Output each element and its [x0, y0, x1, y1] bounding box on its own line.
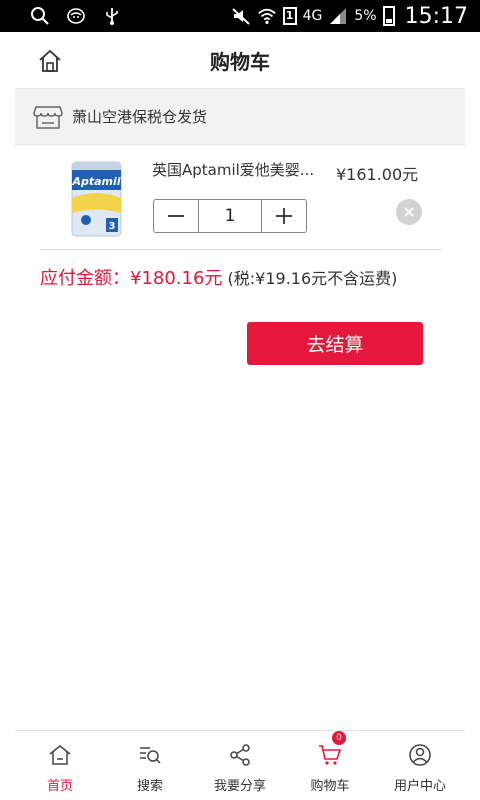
- search-status-icon: [30, 6, 50, 26]
- product-price: ¥161.00元: [336, 165, 419, 184]
- nav-user-center[interactable]: 用户中心: [375, 731, 465, 800]
- share-icon: [230, 744, 250, 766]
- nav-search[interactable]: 搜索: [105, 731, 195, 800]
- app-notification-icon: [66, 6, 86, 26]
- home-icon: [49, 745, 71, 765]
- aptamil-can-image: Aptamil 3: [71, 161, 122, 237]
- nav-cart[interactable]: 0 购物车: [285, 731, 375, 800]
- nav-cart-label: 购物车: [310, 779, 350, 794]
- page-title: 购物车: [210, 50, 270, 74]
- usb-icon: [102, 6, 122, 26]
- signal-icon: [328, 6, 348, 26]
- status-left-icons: [30, 6, 122, 26]
- checkout-button[interactable]: 去结算: [247, 322, 423, 365]
- cart-icon: [319, 745, 342, 765]
- sim-slot-indicator: 1: [282, 7, 297, 25]
- minus-icon: [168, 215, 184, 217]
- search-icon: [140, 747, 161, 764]
- quantity-stepper: 1: [153, 199, 307, 233]
- can-brand-text: Aptamil: [71, 175, 120, 188]
- remove-item-button[interactable]: [396, 199, 422, 225]
- nav-user-center-label: 用户中心: [393, 779, 446, 794]
- decrease-quantity-button[interactable]: [154, 200, 198, 232]
- clock: 15:17: [404, 3, 468, 29]
- user-icon: [409, 744, 431, 766]
- product-image[interactable]: Aptamil 3: [70, 158, 123, 238]
- cart-count-badge: 0: [332, 731, 346, 745]
- can-stage-text: 3: [109, 221, 116, 232]
- page-header: 购物车: [15, 32, 465, 89]
- increase-quantity-button[interactable]: [262, 200, 306, 232]
- nav-home[interactable]: 首页: [15, 731, 105, 800]
- nav-share[interactable]: 我要分享: [195, 731, 285, 800]
- plus-icon: [276, 208, 292, 224]
- product-name[interactable]: 英国Aptamil爱他美婴...: [152, 159, 322, 180]
- total-label: 应付金额：: [40, 268, 130, 289]
- battery-icon: [382, 6, 395, 26]
- store-name: 萧山空港保税仓发货: [72, 108, 208, 126]
- bottom-navigation: 首页 搜索 我要分享 0 购物车 用户中心: [15, 730, 465, 800]
- mute-icon: [231, 6, 251, 26]
- wifi-icon: [257, 6, 277, 26]
- close-icon: [404, 207, 414, 217]
- tax-note: (税:¥19.16元不含运费): [227, 269, 398, 288]
- item-divider: [40, 249, 442, 250]
- status-bar: 1 4G 5% 15:17: [0, 0, 480, 32]
- order-total: 应付金额：¥180.16元 (税:¥19.16元不含运费): [40, 265, 420, 293]
- quantity-input[interactable]: 1: [198, 200, 262, 232]
- nav-search-label: 搜索: [136, 779, 163, 794]
- status-right-icons: 1 4G 5% 15:17: [231, 2, 468, 30]
- nav-share-label: 我要分享: [213, 779, 266, 794]
- store-icon: [33, 104, 63, 130]
- battery-percent: 5%: [354, 8, 377, 24]
- total-amount: ¥180.16元: [130, 268, 223, 289]
- store-header: 萧山空港保税仓发货: [15, 89, 465, 145]
- network-type: 4G: [302, 8, 323, 24]
- nav-home-label: 首页: [46, 779, 73, 794]
